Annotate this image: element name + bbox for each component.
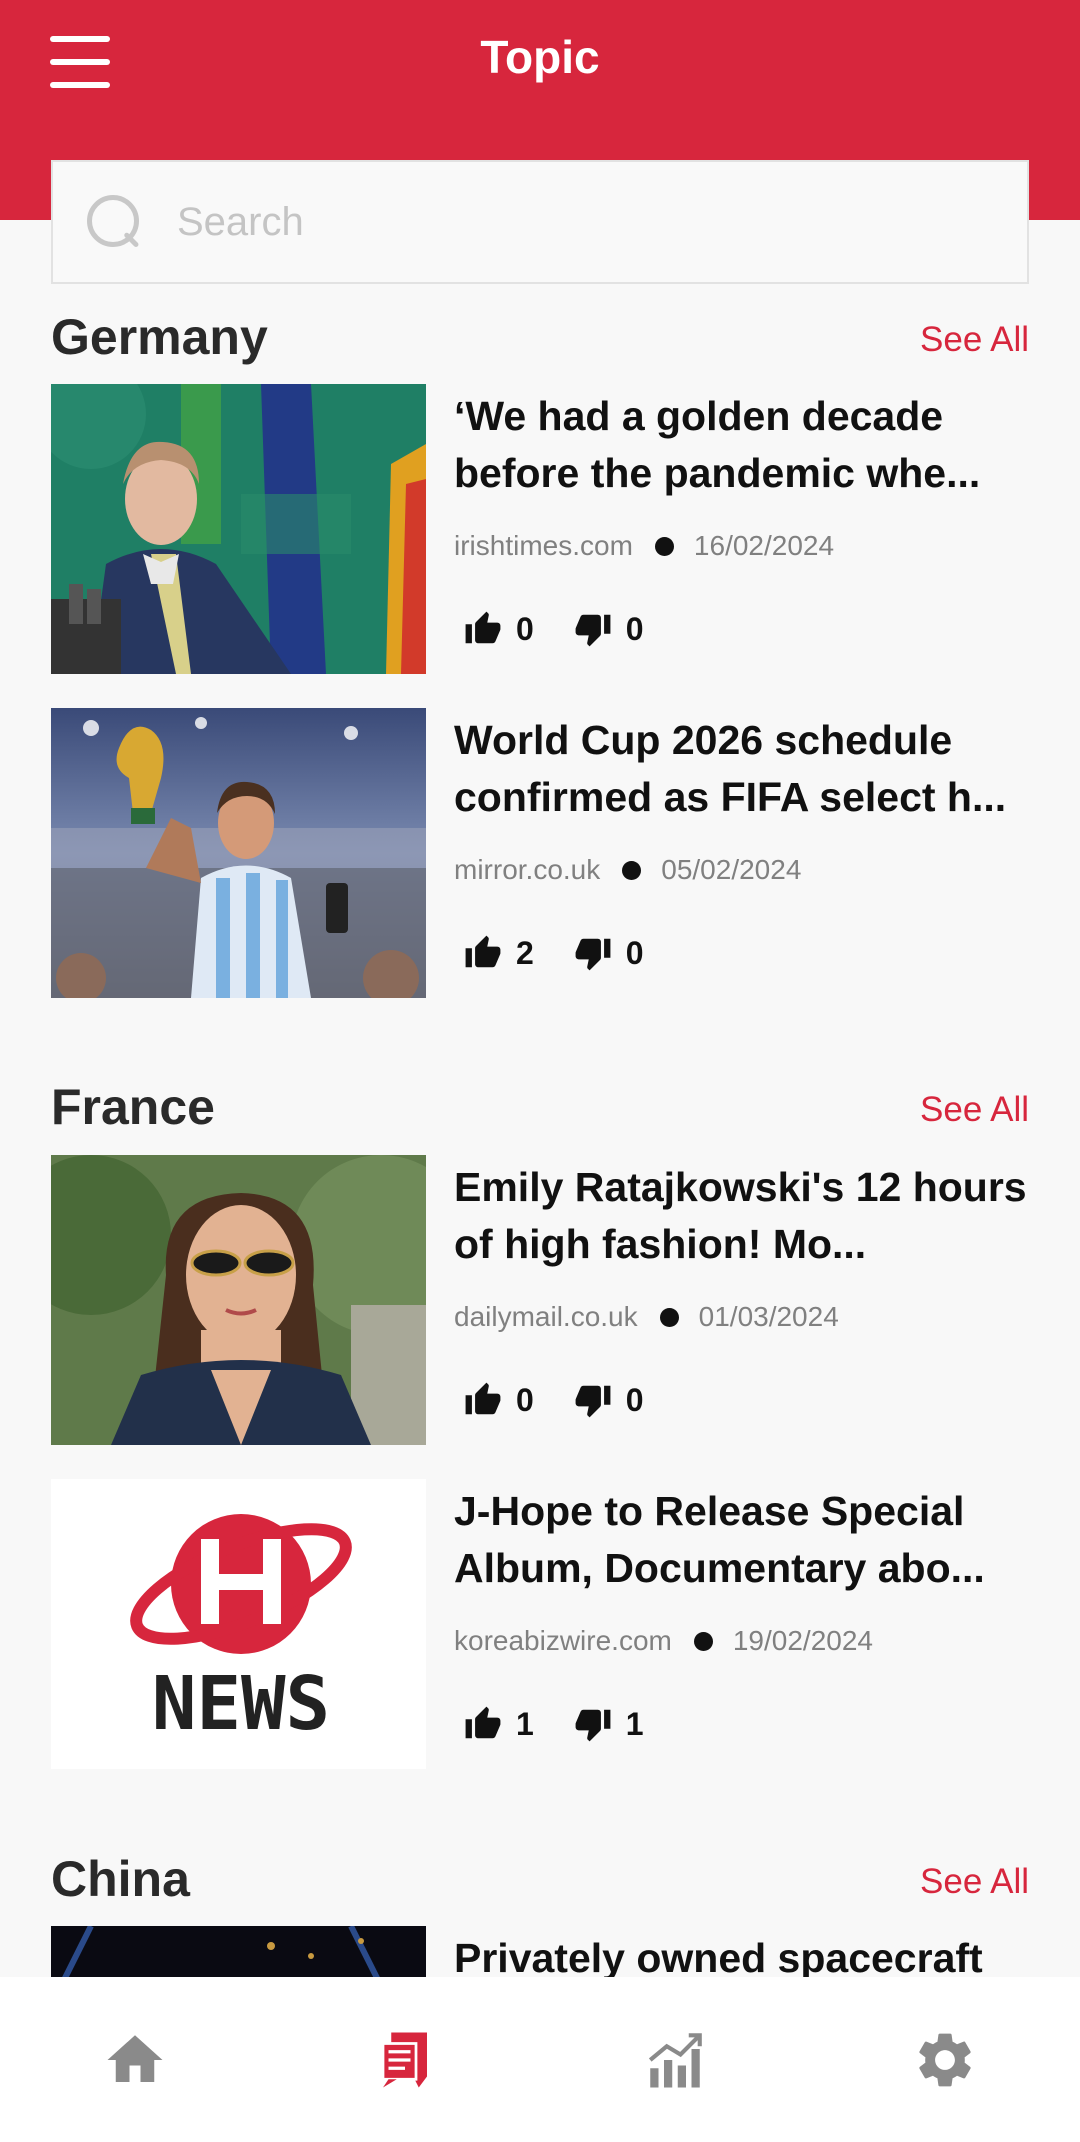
- like-count: 0: [516, 1381, 534, 1418]
- news-logo: NEWS: [51, 1479, 426, 1769]
- article-meta: dailymail.co.uk 01/03/2024: [454, 1301, 839, 1333]
- article-thumbnail[interactable]: NEWS: [51, 1479, 426, 1769]
- thumbs-up-icon: [465, 1382, 501, 1415]
- article-thumbnail[interactable]: [51, 708, 426, 998]
- article-meta: mirror.co.uk 05/02/2024: [454, 854, 801, 886]
- article-date: 01/03/2024: [698, 1301, 839, 1332]
- news-icon: [381, 2032, 427, 2087]
- like-button[interactable]: 0: [464, 1381, 534, 1419]
- article-title[interactable]: ‘We had a golden decade before the pande…: [454, 388, 1029, 502]
- like-count: 2: [516, 934, 534, 971]
- article-card[interactable]: Emily Ratajkowski's 12 hours of high fas…: [51, 1155, 1029, 1445]
- see-all-link[interactable]: See All: [920, 320, 1029, 360]
- article-reactions: 0 0: [464, 1381, 684, 1419]
- dislike-button[interactable]: 0: [574, 610, 644, 648]
- article-title[interactable]: Emily Ratajkowski's 12 hours of high fas…: [454, 1159, 1029, 1273]
- article-reactions: 2 0: [464, 934, 684, 972]
- player-holding-trophy-photo: [51, 708, 426, 998]
- chart-icon: [648, 2032, 702, 2087]
- like-button[interactable]: 0: [464, 610, 534, 648]
- article-card[interactable]: NEWS J-Hope to Release Special Album, Do…: [51, 1479, 1029, 1769]
- see-all-link[interactable]: See All: [920, 1090, 1029, 1130]
- dislike-count: 0: [625, 610, 644, 647]
- section-title: Germany: [51, 309, 268, 365]
- like-count: 1: [516, 1705, 534, 1742]
- thumbs-down-icon: [575, 938, 611, 971]
- see-all-link[interactable]: See All: [920, 1862, 1029, 1902]
- dislike-count: 1: [625, 1705, 644, 1742]
- thumbs-down-icon: [575, 1385, 611, 1418]
- thumbs-up-icon: [465, 611, 501, 644]
- separator-dot-icon: [654, 536, 674, 556]
- dislike-button[interactable]: 0: [574, 934, 644, 972]
- search-input[interactable]: [177, 199, 977, 245]
- article-title[interactable]: World Cup 2026 schedule confirmed as FIF…: [454, 712, 1029, 826]
- politician-speaking-photo: [51, 384, 426, 674]
- article-date: 19/02/2024: [732, 1625, 873, 1656]
- news-logo-text: NEWS: [152, 1661, 330, 1747]
- like-button[interactable]: 1: [464, 1705, 534, 1743]
- thumbs-down-icon: [575, 1709, 611, 1742]
- page-title: Topic: [480, 31, 600, 83]
- nav-news[interactable]: [345, 2000, 465, 2120]
- article-thumbnail[interactable]: [51, 384, 426, 674]
- gear-icon: [919, 2033, 971, 2086]
- thumbs-up-icon: [465, 1706, 501, 1739]
- dislike-button[interactable]: 1: [574, 1705, 644, 1743]
- section-title: China: [51, 1851, 190, 1907]
- separator-dot-icon: [622, 860, 642, 880]
- article-reactions: 0 0: [464, 610, 684, 648]
- article-meta: koreabizwire.com 19/02/2024: [454, 1625, 873, 1657]
- nav-stats[interactable]: [615, 2000, 735, 2120]
- article-card[interactable]: ‘We had a golden decade before the pande…: [51, 384, 1029, 674]
- article-date: 16/02/2024: [693, 530, 835, 561]
- section-title: France: [51, 1079, 215, 1135]
- article-title[interactable]: J-Hope to Release Special Album, Documen…: [454, 1483, 1029, 1597]
- article-source: dailymail.co.uk: [454, 1301, 638, 1332]
- dislike-count: 0: [625, 1381, 644, 1418]
- woman-sunglasses-photo: [51, 1155, 426, 1445]
- dislike-button[interactable]: 0: [574, 1381, 644, 1419]
- separator-dot-icon: [659, 1307, 679, 1327]
- dislike-count: 0: [625, 934, 644, 971]
- thumbs-up-icon: [465, 935, 501, 968]
- article-thumbnail[interactable]: [51, 1155, 426, 1445]
- article-source: irishtimes.com: [454, 530, 633, 561]
- bottom-nav: [0, 1977, 1080, 2142]
- thumbs-down-icon: [575, 614, 611, 647]
- nav-settings[interactable]: [885, 2000, 1005, 2120]
- like-count: 0: [516, 610, 534, 647]
- article-source: koreabizwire.com: [454, 1625, 672, 1656]
- article-reactions: 1 1: [464, 1705, 684, 1743]
- search-bar[interactable]: [51, 160, 1029, 284]
- search-icon: [87, 195, 141, 249]
- article-source: mirror.co.uk: [454, 854, 601, 885]
- home-icon: [107, 2034, 163, 2082]
- like-button[interactable]: 2: [464, 934, 534, 972]
- separator-dot-icon: [693, 1631, 713, 1651]
- article-date: 05/02/2024: [661, 854, 802, 885]
- nav-home[interactable]: [75, 2000, 195, 2120]
- article-meta: irishtimes.com 16/02/2024: [454, 530, 834, 562]
- article-card[interactable]: World Cup 2026 schedule confirmed as FIF…: [51, 708, 1029, 998]
